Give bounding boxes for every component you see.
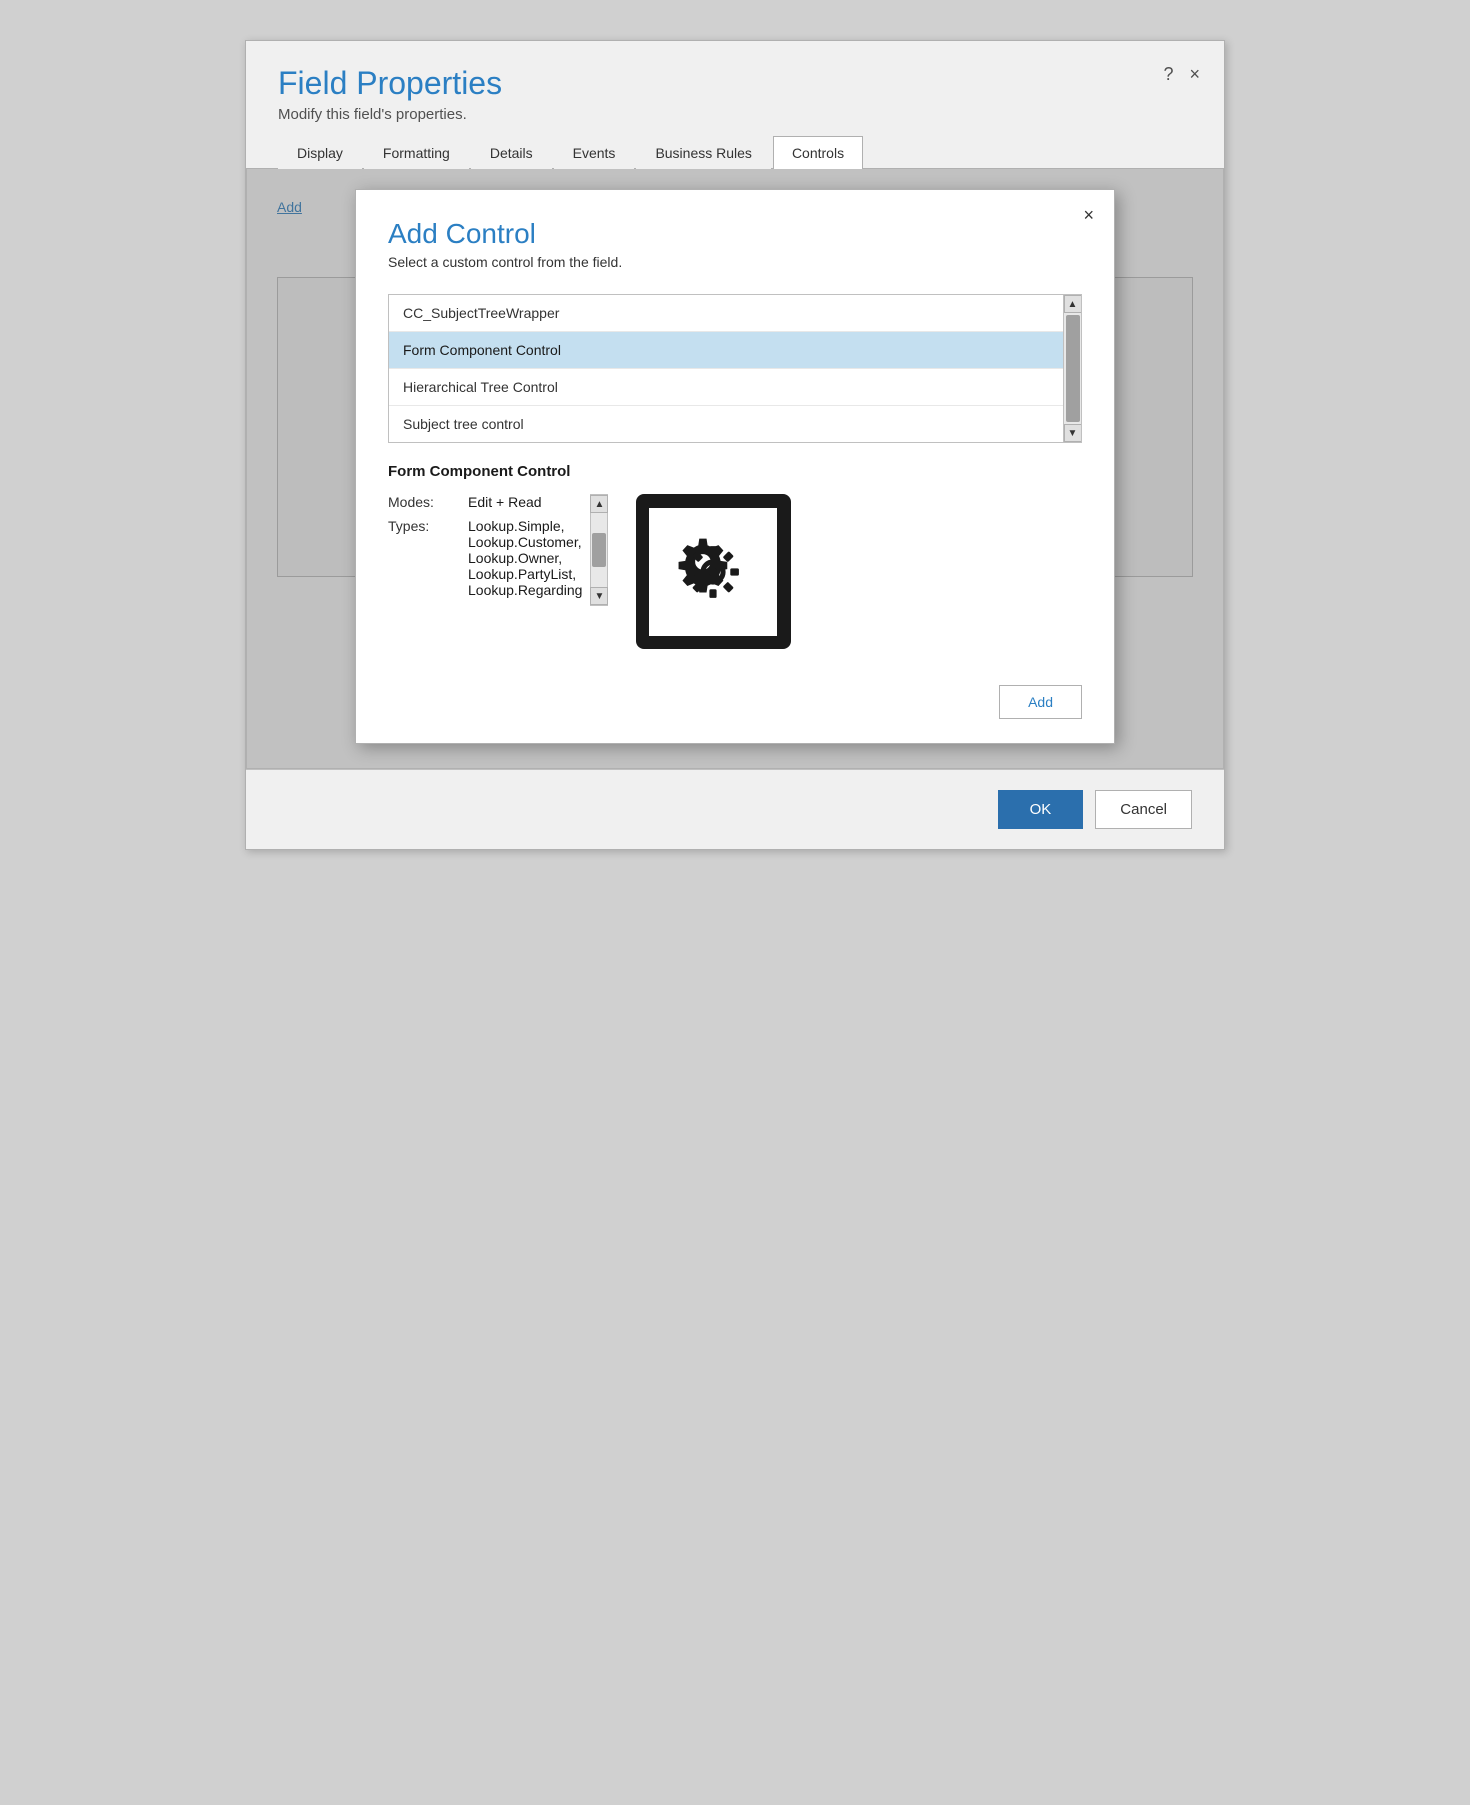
dialog-title: Add Control bbox=[388, 218, 1082, 250]
dialog-footer: Add bbox=[356, 673, 1114, 743]
gear-icon bbox=[677, 536, 749, 608]
modal-overlay: × Add Control Select a custom control fr… bbox=[247, 169, 1223, 768]
info-scroll-up[interactable]: ▲ bbox=[590, 495, 608, 513]
tab-controls[interactable]: Controls bbox=[773, 136, 863, 169]
control-list-items: CC_SubjectTreeWrapper Form Component Con… bbox=[389, 295, 1063, 442]
tabs-bar: Display Formatting Details Events Busine… bbox=[246, 135, 1224, 169]
field-properties-window: Field Properties Modify this field's pro… bbox=[245, 40, 1225, 850]
help-button[interactable]: ? bbox=[1163, 65, 1173, 83]
window-footer: OK Cancel bbox=[246, 769, 1224, 849]
add-control-dialog: × Add Control Select a custom control fr… bbox=[355, 189, 1115, 744]
scroll-down-arrow[interactable]: ▼ bbox=[1064, 424, 1082, 442]
window-controls: ? × bbox=[1163, 65, 1200, 83]
types-label: Types: bbox=[388, 518, 468, 534]
window-subtitle: Modify this field's properties. bbox=[278, 106, 1192, 123]
tab-details[interactable]: Details bbox=[471, 136, 552, 169]
list-item-form-component[interactable]: Form Component Control bbox=[389, 332, 1063, 369]
control-details-section: Form Component Control Modes: Edit + Rea… bbox=[388, 463, 1082, 649]
scroll-up-arrow[interactable]: ▲ bbox=[1064, 295, 1082, 313]
window-close-button[interactable]: × bbox=[1189, 65, 1200, 83]
list-item-hierarchical-tree[interactable]: Hierarchical Tree Control bbox=[389, 369, 1063, 406]
modes-value: Edit + Read bbox=[468, 494, 582, 510]
add-button[interactable]: Add bbox=[999, 685, 1082, 719]
list-item-cc-subject[interactable]: CC_SubjectTreeWrapper bbox=[389, 295, 1063, 332]
modes-row: Modes: Edit + Read bbox=[388, 494, 582, 510]
control-details-body: Modes: Edit + Read Types: Lookup.Simple,… bbox=[388, 494, 1082, 649]
dialog-body: CC_SubjectTreeWrapper Form Component Con… bbox=[356, 278, 1114, 673]
tab-events[interactable]: Events bbox=[554, 136, 635, 169]
types-value: Lookup.Simple, Lookup.Customer, Lookup.O… bbox=[468, 518, 582, 598]
dialog-close-button[interactable]: × bbox=[1083, 206, 1094, 224]
list-item-subject-tree[interactable]: Subject tree control bbox=[389, 406, 1063, 442]
modes-label: Modes: bbox=[388, 494, 468, 510]
tab-display[interactable]: Display bbox=[278, 136, 362, 169]
window-header: Field Properties Modify this field's pro… bbox=[246, 41, 1224, 135]
info-scroll-container: Modes: Edit + Read Types: Lookup.Simple,… bbox=[388, 494, 608, 606]
control-icon-inner bbox=[649, 508, 777, 636]
control-details-info: Modes: Edit + Read Types: Lookup.Simple,… bbox=[388, 494, 582, 606]
tab-content-area: Add × Add Control Select a custom contro… bbox=[246, 169, 1224, 769]
page-container: Field Properties Modify this field's pro… bbox=[0, 0, 1470, 1805]
ok-button[interactable]: OK bbox=[998, 790, 1084, 829]
control-icon-area bbox=[628, 494, 798, 649]
dialog-subtitle: Select a custom control from the field. bbox=[388, 254, 1082, 270]
cancel-button[interactable]: Cancel bbox=[1095, 790, 1192, 829]
scroll-thumb[interactable] bbox=[1066, 315, 1080, 422]
info-scroll-down[interactable]: ▼ bbox=[590, 587, 608, 605]
list-scrollbar[interactable]: ▲ ▼ bbox=[1063, 295, 1081, 442]
tab-business-rules[interactable]: Business Rules bbox=[636, 136, 771, 169]
control-icon-box bbox=[636, 494, 791, 649]
types-row: Types: Lookup.Simple, Lookup.Customer, L… bbox=[388, 518, 582, 598]
control-list: CC_SubjectTreeWrapper Form Component Con… bbox=[388, 294, 1082, 443]
dialog-header: Add Control Select a custom control from… bbox=[356, 190, 1114, 278]
tab-formatting[interactable]: Formatting bbox=[364, 136, 469, 169]
window-title: Field Properties bbox=[278, 65, 1192, 102]
info-scroll-thumb[interactable] bbox=[592, 533, 606, 567]
selected-control-name: Form Component Control bbox=[388, 463, 1082, 480]
info-scrollbar[interactable]: ▲ ▼ bbox=[590, 494, 608, 606]
